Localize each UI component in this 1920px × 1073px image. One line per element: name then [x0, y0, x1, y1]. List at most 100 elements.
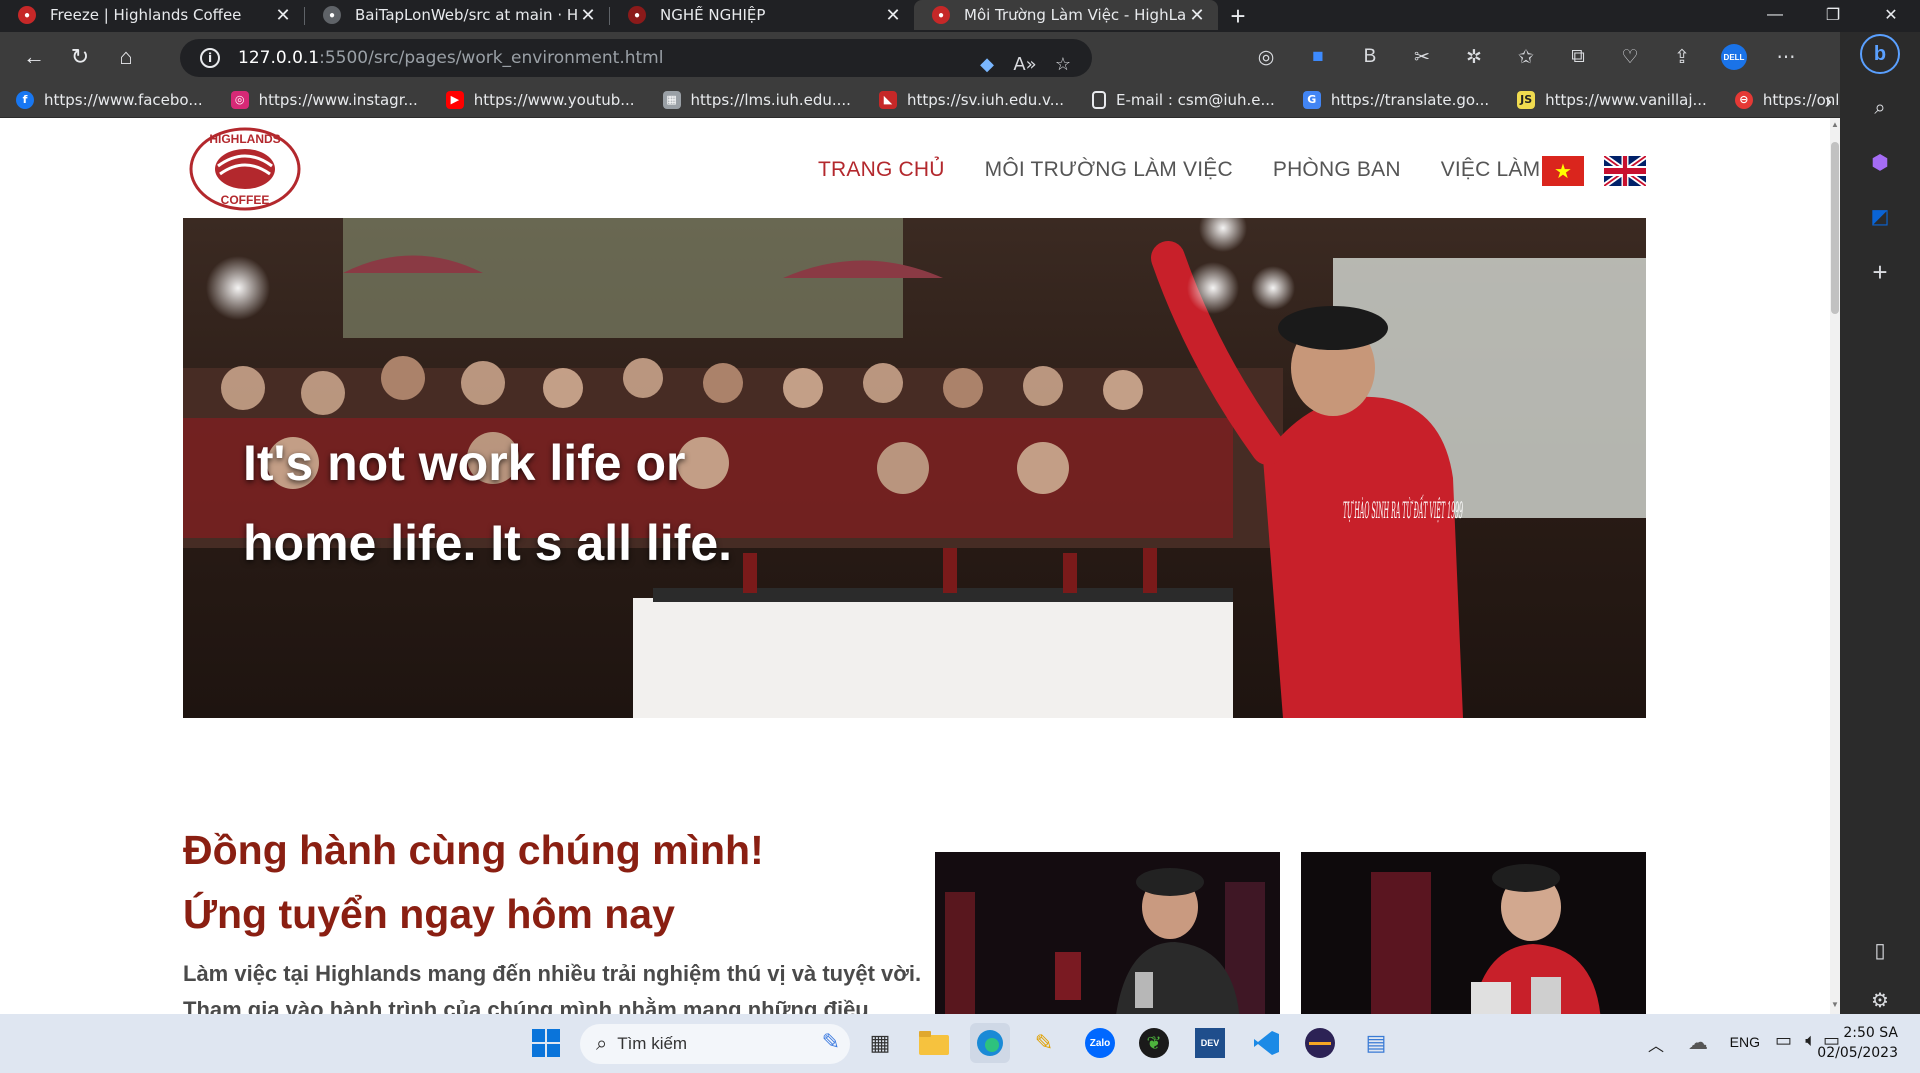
hero-line-2: home life. It s all life. — [243, 515, 733, 571]
bookmark-item[interactable]: E-mail : csm@iuh.e... — [1092, 90, 1275, 109]
bold-extension-icon[interactable]: B — [1344, 38, 1396, 76]
navigation-bar: ← ↻ ⌂ i 127.0.0.1:5500/src/pages/work_en… — [0, 32, 1920, 82]
sidebar-layout-icon[interactable]: ▯ — [1862, 932, 1898, 968]
nav-moi-truong-lam-viec[interactable]: MÔI TRƯỜNG LÀM VIỆC — [985, 158, 1233, 182]
vscode-icon[interactable] — [1246, 1023, 1286, 1063]
scroll-up-icon[interactable]: ▲ — [1830, 120, 1840, 132]
onedrive-icon[interactable]: ☁ — [1688, 1030, 1708, 1055]
windows-start-icon[interactable] — [526, 1023, 566, 1063]
github-icon: ● — [323, 6, 341, 24]
extensions-icon[interactable]: ✲ — [1448, 38, 1500, 76]
join-title-line-1: Đồng hành cùng chúng mình! — [183, 827, 764, 873]
bookmark-item[interactable]: ▦ https://lms.iuh.edu.... — [662, 90, 851, 109]
highlands-logo[interactable]: HIGHLANDS COFFEE — [188, 126, 302, 212]
scroll-down-icon[interactable]: ▼ — [1830, 1000, 1840, 1012]
new-tab-button[interactable]: + — [1218, 0, 1258, 32]
store-icon[interactable]: ▦ — [860, 1023, 900, 1063]
bookmark-item[interactable]: f https://www.facebo... — [16, 90, 203, 109]
site-info-icon[interactable]: i — [200, 48, 220, 68]
close-tab-icon[interactable]: ✕ — [577, 4, 599, 26]
barista-image — [935, 852, 1280, 1014]
share-icon[interactable]: ⇪ — [1656, 38, 1708, 76]
bookmark-item[interactable]: Ghttps://translate.go... — [1302, 90, 1490, 109]
bookmark-item[interactable]: JS https://www.vanillaj... — [1517, 90, 1707, 109]
iuh-icon: ◣ — [878, 90, 897, 109]
nav-phong-ban[interactable]: PHÒNG BAN — [1273, 158, 1401, 182]
performance-icon[interactable]: ◎ — [1240, 38, 1292, 76]
minimize-icon[interactable]: — — [1746, 0, 1804, 30]
collections-icon[interactable]: ⧉ — [1552, 38, 1604, 76]
scrollbar-thumb[interactable] — [1831, 142, 1839, 314]
close-tab-icon[interactable]: ✕ — [1186, 4, 1208, 26]
favorites-icon[interactable]: ✩ — [1500, 38, 1552, 76]
profile-avatar-icon[interactable]: DELL — [1708, 38, 1760, 76]
zalo-icon[interactable]: Zalo — [1080, 1023, 1120, 1063]
language-indicator[interactable]: ENG — [1730, 1034, 1760, 1050]
close-tab-icon[interactable]: ✕ — [272, 4, 294, 26]
vietnam-flag-icon[interactable]: ★ — [1542, 156, 1584, 186]
eclipse-icon[interactable] — [1300, 1023, 1340, 1063]
refresh-icon[interactable]: ↻ — [58, 37, 102, 77]
bookmarks-overflow-icon[interactable]: › — [1825, 88, 1832, 114]
chevron-up-icon[interactable]: ︿ — [1648, 1032, 1664, 1056]
page-scrollbar[interactable]: ▲ ▼ — [1830, 118, 1840, 1014]
close-tab-icon[interactable]: ✕ — [882, 4, 904, 26]
windows-taskbar: ⌕ Tìm kiếm ✎ ▦ ✎ Zalo ❦ DEV ▤ ︿ ☁ ENG ▭ … — [0, 1014, 1920, 1073]
add-favorite-icon[interactable]: ☆ — [1044, 49, 1082, 79]
hero-line-1: It's not work life or — [243, 435, 686, 491]
hero-banner: TỰ HÀO SINH RA TỪ ĐẤT VIỆT 1999 It's not… — [183, 218, 1646, 718]
taskbar-clock[interactable]: 2:50 SA 02/05/2023 — [1817, 1023, 1898, 1063]
tab-github[interactable]: ● BaiTapLonWeb/src at main · Hoai ✕ — [305, 0, 609, 30]
browser-essentials-icon[interactable]: ♡ — [1604, 38, 1656, 76]
paint-icon[interactable]: ✎ — [1024, 1023, 1064, 1063]
facebook-icon: f — [16, 90, 34, 109]
bookmark-label: https://translate.go... — [1330, 90, 1490, 109]
bookmark-item[interactable]: ◎ https://www.instagr... — [230, 90, 418, 109]
lms-icon: ▦ — [662, 90, 681, 109]
join-title-line-2: Ứng tuyển ngay hôm nay — [183, 891, 675, 937]
devc-icon[interactable]: DEV — [1190, 1023, 1230, 1063]
tab-bar: ● Freeze | Highlands Coffee ✕ ● BaiTapLo… — [0, 0, 1920, 32]
bing-chat-icon[interactable]: b — [1860, 34, 1900, 74]
nav-viec-lam[interactable]: VIỆC LÀM — [1441, 158, 1541, 182]
edge-icon[interactable] — [970, 1023, 1010, 1063]
bookmark-item[interactable]: ◣ https://sv.iuh.edu.v... — [878, 90, 1065, 109]
nav-trang-chu[interactable]: TRANG CHỦ — [818, 158, 945, 182]
tab-nghe-nghiep[interactable]: ● NGHỀ NGHIỆP ✕ — [610, 0, 914, 30]
search-icon[interactable]: ⌕ — [1862, 90, 1898, 126]
window-controls: — ❐ ✕ — [1746, 0, 1920, 30]
photos-icon[interactable]: ▤ — [1356, 1023, 1396, 1063]
add-sidebar-app-icon[interactable]: + — [1862, 254, 1898, 290]
bookmark-label: https://www.vanillaj... — [1545, 90, 1707, 109]
outlook-icon[interactable]: ◩ — [1862, 198, 1898, 234]
close-window-icon[interactable]: ✕ — [1862, 0, 1920, 30]
restore-icon[interactable]: ❐ — [1804, 0, 1862, 30]
read-aloud-icon[interactable]: A» — [1006, 49, 1044, 79]
taskbar-search[interactable]: ⌕ Tìm kiếm ✎ — [580, 1024, 850, 1064]
tools-extension-icon[interactable]: ✂ — [1396, 38, 1448, 76]
youtube-icon: ▶ — [445, 90, 464, 109]
bookmark-item[interactable]: ▶ https://www.youtub... — [445, 90, 635, 109]
highlands-favicon-icon: ● — [932, 6, 950, 24]
more-menu-icon[interactable]: ⋯ — [1760, 38, 1812, 76]
back-icon[interactable]: ← — [12, 37, 56, 77]
address-bar[interactable]: i 127.0.0.1:5500/src/pages/work_environm… — [180, 39, 1092, 77]
mongodb-icon[interactable]: ❦ — [1134, 1023, 1174, 1063]
edge-sidebar: b ⌕ ⬢ ◩ + ▯ ⚙ — [1840, 32, 1920, 1014]
network-icon[interactable]: ▭ — [1775, 1030, 1792, 1051]
bookmark-label: https://sv.iuh.edu.v... — [906, 90, 1065, 109]
hero-headline: It's not work life or home life. It s al… — [243, 423, 803, 583]
file-explorer-icon[interactable] — [914, 1023, 954, 1063]
logo-top-text: HIGHLANDS — [209, 132, 280, 146]
settings-icon[interactable]: ⚙ — [1862, 982, 1898, 1018]
coupon-icon[interactable]: ◆ — [968, 49, 1006, 79]
tab-freeze[interactable]: ● Freeze | Highlands Coffee ✕ — [0, 0, 304, 30]
uk-flag-icon[interactable] — [1604, 156, 1646, 186]
site-nav: TRANG CHỦ MÔI TRƯỜNG LÀM VIỆC PHÒNG BAN … — [818, 158, 1580, 182]
document-icon — [1092, 90, 1107, 109]
tab-work-environment[interactable]: ● Môi Trường Làm Việc - HighLands ✕ — [914, 0, 1218, 30]
volume-icon[interactable]: 🔈︎ — [1805, 1030, 1816, 1051]
copilot-icon[interactable]: ⬢ — [1862, 144, 1898, 180]
home-icon[interactable]: ⌂ — [104, 37, 148, 77]
extension-badge-icon[interactable]: ■ — [1292, 38, 1344, 76]
